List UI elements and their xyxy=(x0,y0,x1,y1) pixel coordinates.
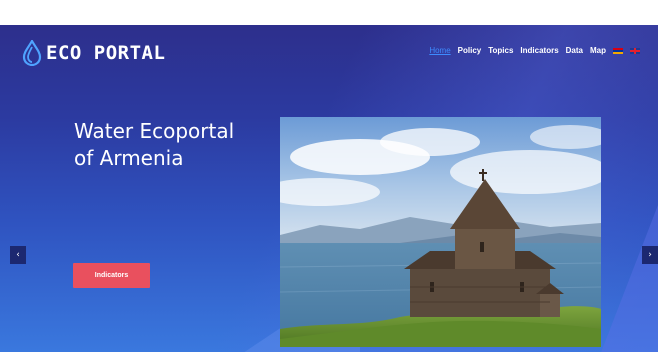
nav-item-home[interactable]: Home xyxy=(429,46,450,55)
site-logo[interactable]: ECO PORTAL xyxy=(22,38,166,67)
main-nav: Home Policy Topics Indicators Data Map xyxy=(429,46,640,55)
carousel-next-button[interactable]: › xyxy=(642,246,658,264)
hero-title-line2: of Armenia xyxy=(74,146,184,170)
water-drop-icon xyxy=(22,38,42,67)
nav-item-map[interactable]: Map xyxy=(590,46,606,55)
hero-title-line1: Water Ecoportal xyxy=(74,119,235,143)
chevron-right-icon: › xyxy=(648,250,652,260)
hero-decor-triangle-right xyxy=(600,205,658,352)
nav-item-topics[interactable]: Topics xyxy=(488,46,513,55)
logo-text: ECO PORTAL xyxy=(46,42,166,64)
page: ECO PORTAL Home Policy Topics Indicators… xyxy=(0,0,658,352)
flag-armenia-icon[interactable] xyxy=(613,47,623,54)
carousel-prev-button[interactable]: ‹ xyxy=(10,246,26,264)
indicators-button[interactable]: Indicators xyxy=(73,263,150,288)
nav-item-policy[interactable]: Policy xyxy=(458,46,482,55)
flag-uk-icon[interactable] xyxy=(630,47,640,54)
hero-title: Water Ecoportal of Armenia xyxy=(74,118,274,172)
nav-item-data[interactable]: Data xyxy=(566,46,583,55)
nav-item-indicators[interactable]: Indicators xyxy=(520,46,558,55)
lake-sevan-church-photo xyxy=(280,117,601,347)
chevron-left-icon: ‹ xyxy=(16,250,20,260)
